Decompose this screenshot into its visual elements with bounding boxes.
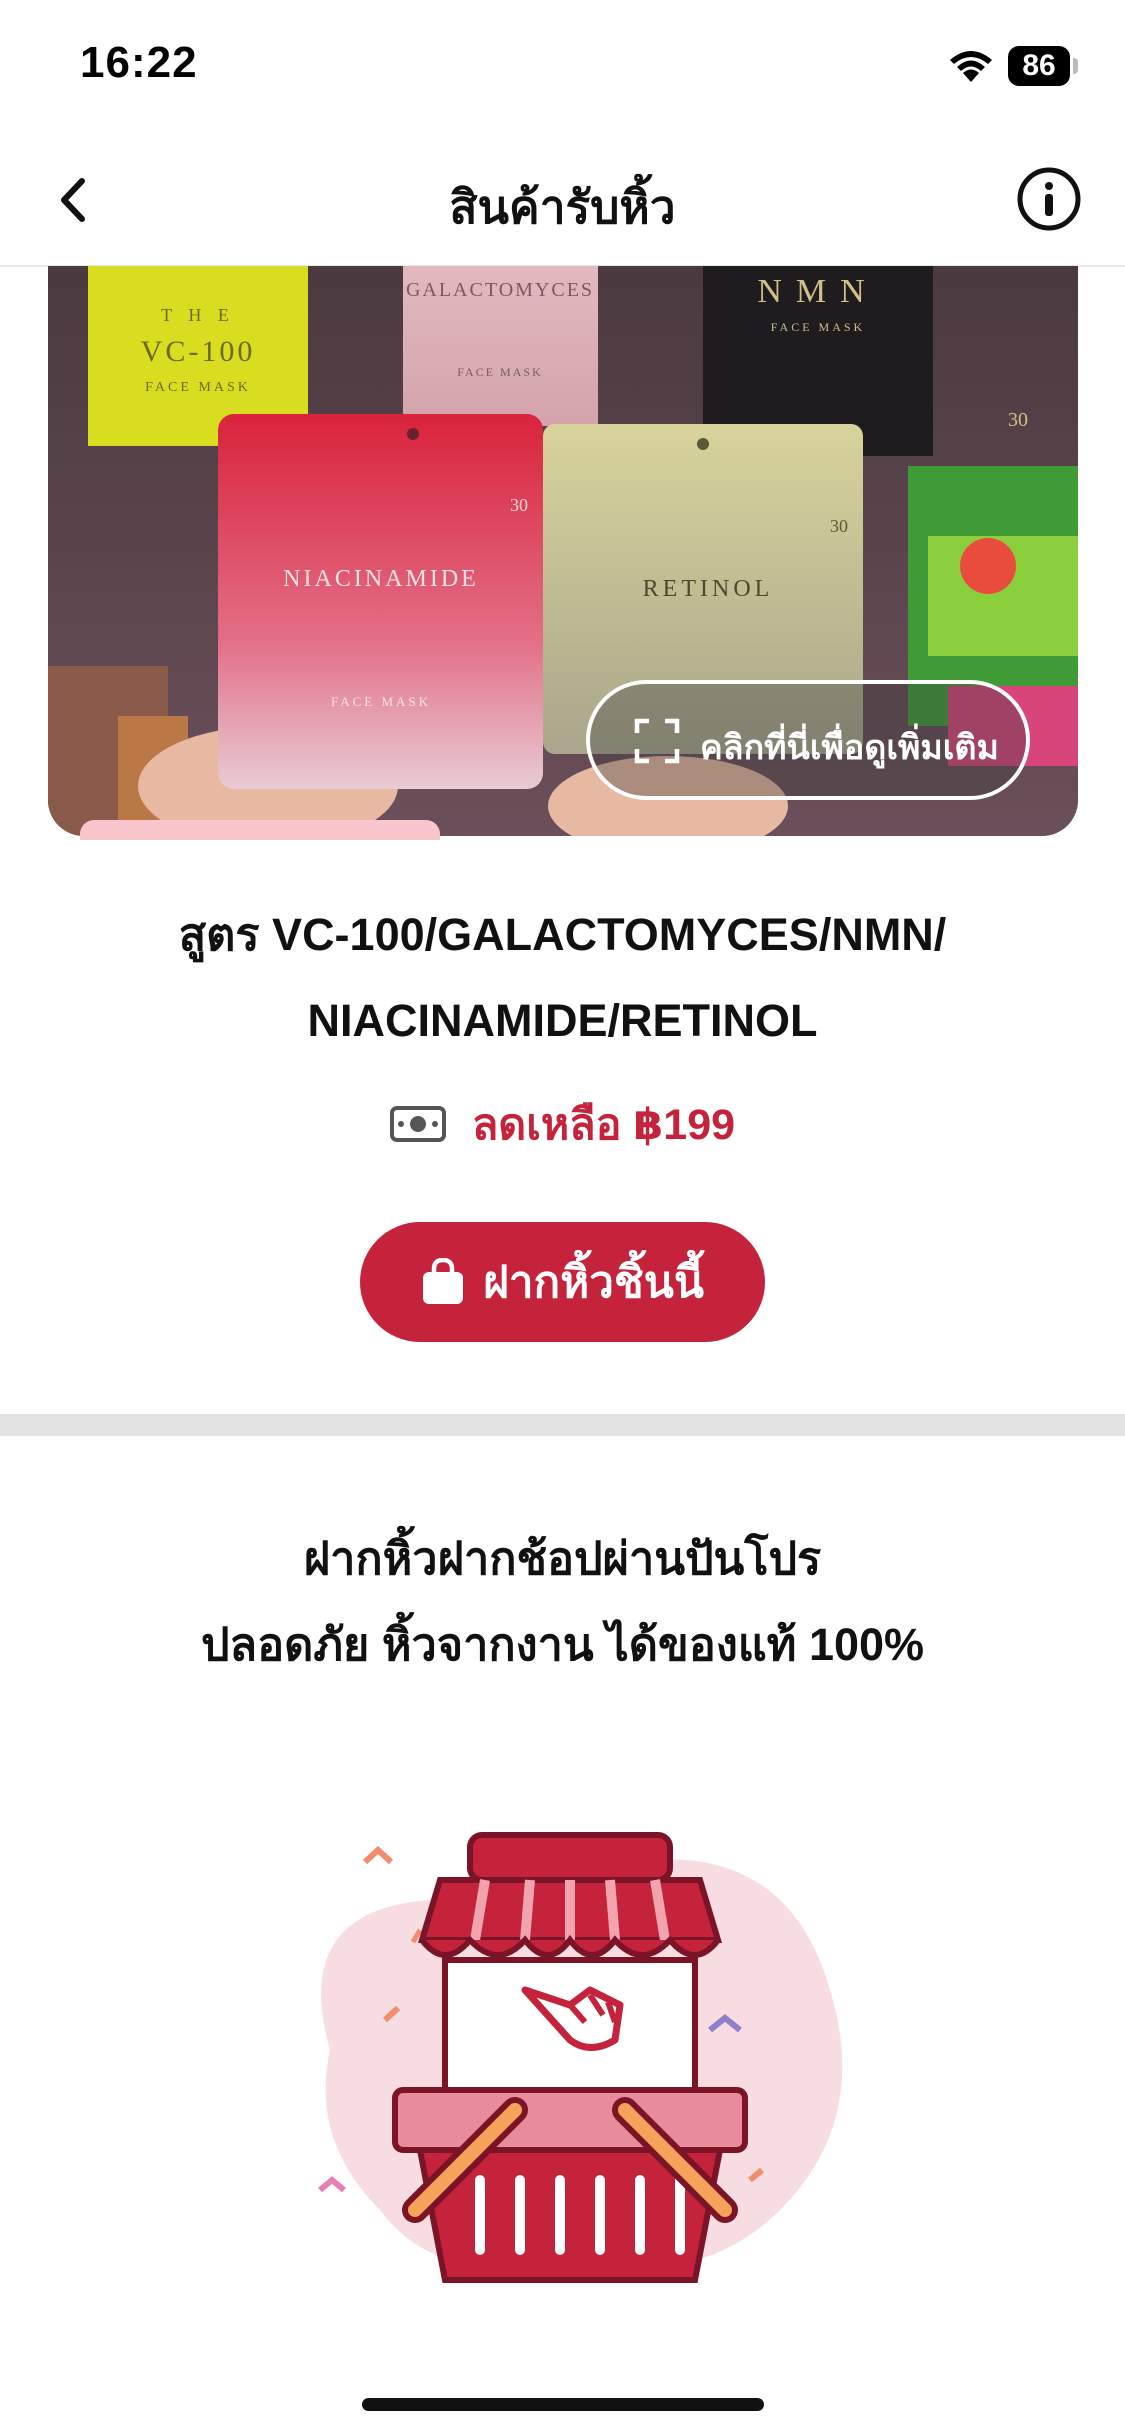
home-indicator: [362, 2398, 764, 2411]
svg-text:FACE MASK: FACE MASK: [771, 320, 865, 334]
view-more-button[interactable]: คลิกที่นี่เพื่อดูเพิ่มเติม: [586, 680, 1030, 800]
price-label: ลดเหลือ ฿199: [471, 1101, 736, 1149]
view-more-label: คลิกที่นี่เพื่อดูเพิ่มเติม: [700, 729, 999, 767]
svg-text:30: 30: [1008, 409, 1028, 431]
svg-text:T H E: T H E: [161, 305, 235, 325]
niacinamide-label: NIACINAMIDE: [283, 566, 479, 592]
svg-text:30: 30: [510, 495, 528, 515]
wifi-icon: [950, 51, 992, 82]
info-icon[interactable]: [1012, 162, 1086, 236]
deposit-button-label: ฝากหิ้วชิ้นนี้: [483, 1258, 704, 1307]
section-divider: [0, 1414, 1125, 1436]
product-title-line2: NIACINAMIDE/RETINOL: [307, 995, 818, 1046]
svg-text:FACE MASK: FACE MASK: [457, 365, 542, 379]
vc100-label: VC-100: [141, 335, 256, 368]
shopping-bag-icon: [423, 1258, 464, 1304]
nav-bar: สินค้ารับหิ้ว: [0, 135, 1125, 267]
page-title: สินค้ารับหิ้ว: [449, 181, 676, 233]
promo-subheadline: ปลอดภัย หิ้วจากงาน ได้ของแท้ 100%: [200, 1619, 925, 1670]
promo-headline: ฝากหิ้วฝากช้อปผ่านปันโปร: [303, 1533, 822, 1584]
svg-text:FACE MASK: FACE MASK: [145, 380, 251, 395]
product-title: สูตร VC-100/GALACTOMYCES/NMN/ NIACINAMID…: [60, 892, 1065, 1064]
image-indicator: [80, 820, 440, 840]
status-bar: 16:22 86: [0, 0, 1125, 135]
battery-indicator: 86: [1008, 46, 1070, 86]
nmn-label: NMN: [757, 273, 878, 310]
price-row: ลดเหลือ ฿199: [0, 1090, 1125, 1160]
svg-text:30: 30: [830, 516, 848, 536]
battery-cap: [1073, 58, 1078, 74]
deposit-button[interactable]: ฝากหิ้วชิ้นนี้: [360, 1222, 765, 1342]
retinol-label: RETINOL: [643, 576, 774, 602]
cash-icon: [389, 1106, 446, 1142]
shop-basket-illustration: [318, 1832, 843, 2283]
product-title-line1: สูตร VC-100/GALACTOMYCES/NMN/: [178, 909, 947, 960]
product-image[interactable]: T H E VC-100 FACE MASK GALACTOMYCES FACE…: [48, 266, 1078, 836]
svg-text:FACE MASK: FACE MASK: [331, 694, 431, 709]
galactomyces-label: GALACTOMYCES: [406, 279, 594, 301]
status-time: 16:22: [80, 38, 198, 87]
expand-icon: [634, 718, 680, 764]
